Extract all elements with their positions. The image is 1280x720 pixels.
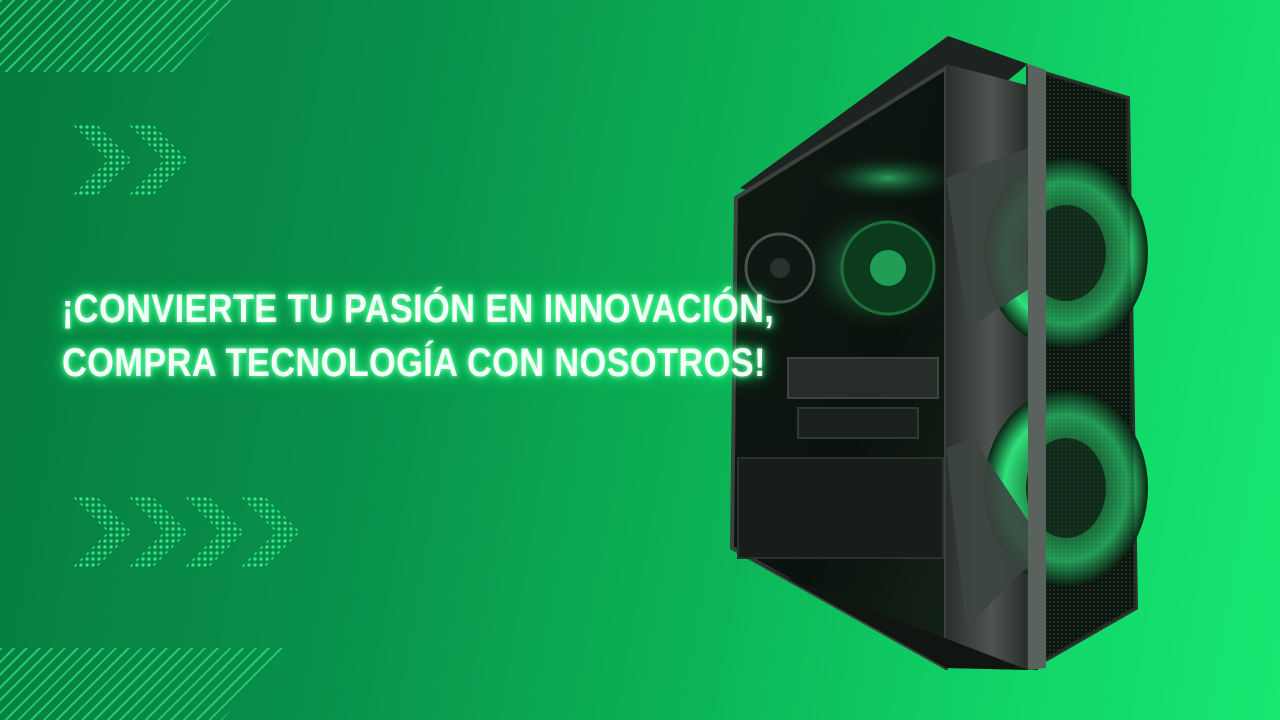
gpu-block [787, 357, 939, 399]
psu-shroud [737, 457, 944, 559]
front-edge [1028, 64, 1046, 670]
chevron-right-icon [72, 124, 132, 196]
diagonal-stripes-top [0, 0, 240, 72]
chevron-right-icon [184, 496, 244, 568]
gpu-fins [797, 407, 919, 439]
pc-case-illustration [729, 36, 1148, 670]
chevron-right-icon [128, 496, 188, 568]
promo-banner: ¡Convierte tu pasión en innovación, comp… [0, 0, 1280, 720]
chevron-arrows-bottom [72, 496, 300, 568]
chevron-arrows-top [72, 124, 188, 196]
chevron-right-icon [240, 496, 300, 568]
diagonal-stripes-bottom [0, 648, 285, 720]
chevron-right-icon [72, 496, 132, 568]
headline-line-2: compra tecnología con nosotros! [62, 341, 766, 385]
headline-line-1: ¡Convierte tu pasión en innovación, [62, 287, 775, 331]
pc-case-image [728, 28, 1168, 670]
headline: ¡Convierte tu pasión en innovación, comp… [62, 282, 774, 390]
top-glow [818, 156, 958, 200]
chevron-right-icon [128, 124, 188, 196]
